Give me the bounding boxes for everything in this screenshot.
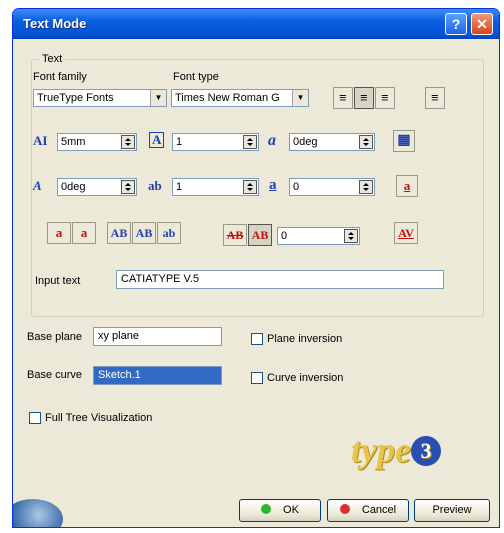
spinner-arrows-icon[interactable] bbox=[243, 135, 257, 149]
strike-button-2[interactable]: AB bbox=[248, 224, 272, 246]
spinner-arrows-icon[interactable] bbox=[121, 135, 135, 149]
logo-number: 3 bbox=[410, 436, 441, 466]
input-text-label: Input text bbox=[35, 275, 81, 287]
slant-value: 0deg bbox=[293, 136, 318, 148]
base-curve-field[interactable]: Sketch.1 bbox=[93, 366, 222, 385]
ok-icon bbox=[261, 504, 272, 514]
full-tree-checkbox[interactable] bbox=[29, 412, 41, 424]
font-type-value: Times New Roman G bbox=[175, 92, 280, 104]
angle-spinner[interactable]: 0deg bbox=[57, 178, 137, 196]
style-button-1[interactable]: AB bbox=[107, 222, 131, 244]
text-color-button[interactable]: a bbox=[396, 175, 418, 197]
underline-icon: a bbox=[269, 177, 277, 193]
angle-icon: A bbox=[33, 178, 42, 193]
angle-value: 0deg bbox=[61, 181, 86, 193]
kerning-button[interactable]: AV bbox=[394, 222, 418, 244]
cancel-icon bbox=[339, 504, 350, 514]
spinner-arrows-icon[interactable] bbox=[243, 180, 257, 194]
align-right-button[interactable]: ≡ bbox=[375, 87, 395, 109]
spinner-arrows-icon[interactable] bbox=[344, 229, 358, 243]
close-button[interactable]: ✕ bbox=[471, 13, 493, 35]
preview-button[interactable]: Preview bbox=[414, 499, 490, 522]
width-ratio-spinner[interactable]: 1 bbox=[172, 133, 259, 151]
width-ratio-icon: A bbox=[149, 132, 165, 148]
spinner-arrows-icon[interactable] bbox=[359, 135, 373, 149]
font-family-select[interactable]: TrueType Fonts ▼ bbox=[33, 89, 167, 107]
full-tree-label: Full Tree Visualization bbox=[45, 412, 153, 424]
strike-spinner[interactable]: 0 bbox=[277, 227, 360, 245]
style-button-2[interactable]: AB bbox=[132, 222, 156, 244]
chevron-down-icon[interactable]: ▼ bbox=[150, 90, 166, 106]
font-type-select[interactable]: Times New Roman G ▼ bbox=[171, 89, 309, 107]
strike-button-1[interactable]: AB bbox=[223, 224, 247, 246]
text-group-legend: Text bbox=[39, 53, 66, 65]
chevron-down-icon[interactable]: ▼ bbox=[292, 90, 308, 106]
title-bar: Text Mode ? ✕ bbox=[13, 9, 499, 39]
font-type-label: Font type bbox=[173, 71, 219, 83]
font-family-value: TrueType Fonts bbox=[37, 92, 114, 104]
base-curve-label: Base curve bbox=[27, 369, 83, 381]
subscript-button[interactable]: a bbox=[72, 222, 96, 244]
plane-inversion-label: Plane inversion bbox=[267, 333, 343, 345]
text-height-value: 5mm bbox=[61, 136, 86, 148]
underline-spinner[interactable]: 0 bbox=[289, 178, 375, 196]
plane-inversion-checkbox[interactable] bbox=[251, 333, 263, 345]
font-family-label: Font family bbox=[33, 71, 87, 83]
char-spacing-icon: ab bbox=[148, 178, 162, 193]
underline-value: 0 bbox=[293, 181, 300, 193]
char-spacing-value: 1 bbox=[176, 181, 183, 193]
char-spacing-spinner[interactable]: 1 bbox=[172, 178, 259, 196]
base-plane-label: Base plane bbox=[27, 331, 83, 343]
text-height-icon: AI bbox=[33, 133, 48, 148]
input-text-field[interactable]: CATIATYPE V.5 bbox=[116, 270, 444, 289]
justify-button[interactable]: ≡ bbox=[425, 87, 445, 109]
text-mode-dialog: Text Mode ? ✕ Text Font family TrueType … bbox=[12, 8, 500, 528]
window-title: Text Mode bbox=[23, 16, 87, 31]
curve-inversion-checkbox[interactable] bbox=[251, 372, 263, 384]
spinner-arrows-icon[interactable] bbox=[121, 180, 135, 194]
cancel-label: Cancel bbox=[361, 504, 397, 516]
help-button[interactable]: ? bbox=[445, 13, 467, 35]
base-plane-field[interactable]: xy plane bbox=[93, 327, 222, 346]
logo-text: type bbox=[351, 430, 411, 470]
strike-value: 0 bbox=[281, 230, 288, 242]
cancel-button[interactable]: Cancel bbox=[327, 499, 409, 522]
ok-label: OK bbox=[283, 504, 299, 516]
curve-inversion-label: Curve inversion bbox=[267, 372, 344, 384]
slant-spinner[interactable]: 0deg bbox=[289, 133, 375, 151]
align-center-button[interactable]: ≡ bbox=[354, 87, 374, 109]
globe-decoration bbox=[13, 499, 63, 527]
type3-logo: type 3 bbox=[351, 429, 441, 471]
width-ratio-value: 1 bbox=[176, 136, 183, 148]
superscript-button[interactable]: a bbox=[47, 222, 71, 244]
spinner-arrows-icon[interactable] bbox=[359, 180, 373, 194]
calculator-button[interactable]: ▦ bbox=[393, 130, 415, 152]
slant-icon: a bbox=[268, 132, 276, 149]
ok-button[interactable]: OK bbox=[239, 499, 321, 522]
align-left-button[interactable]: ≡ bbox=[333, 87, 353, 109]
style-button-3[interactable]: ab bbox=[157, 222, 181, 244]
text-height-spinner[interactable]: 5mm bbox=[57, 133, 137, 151]
